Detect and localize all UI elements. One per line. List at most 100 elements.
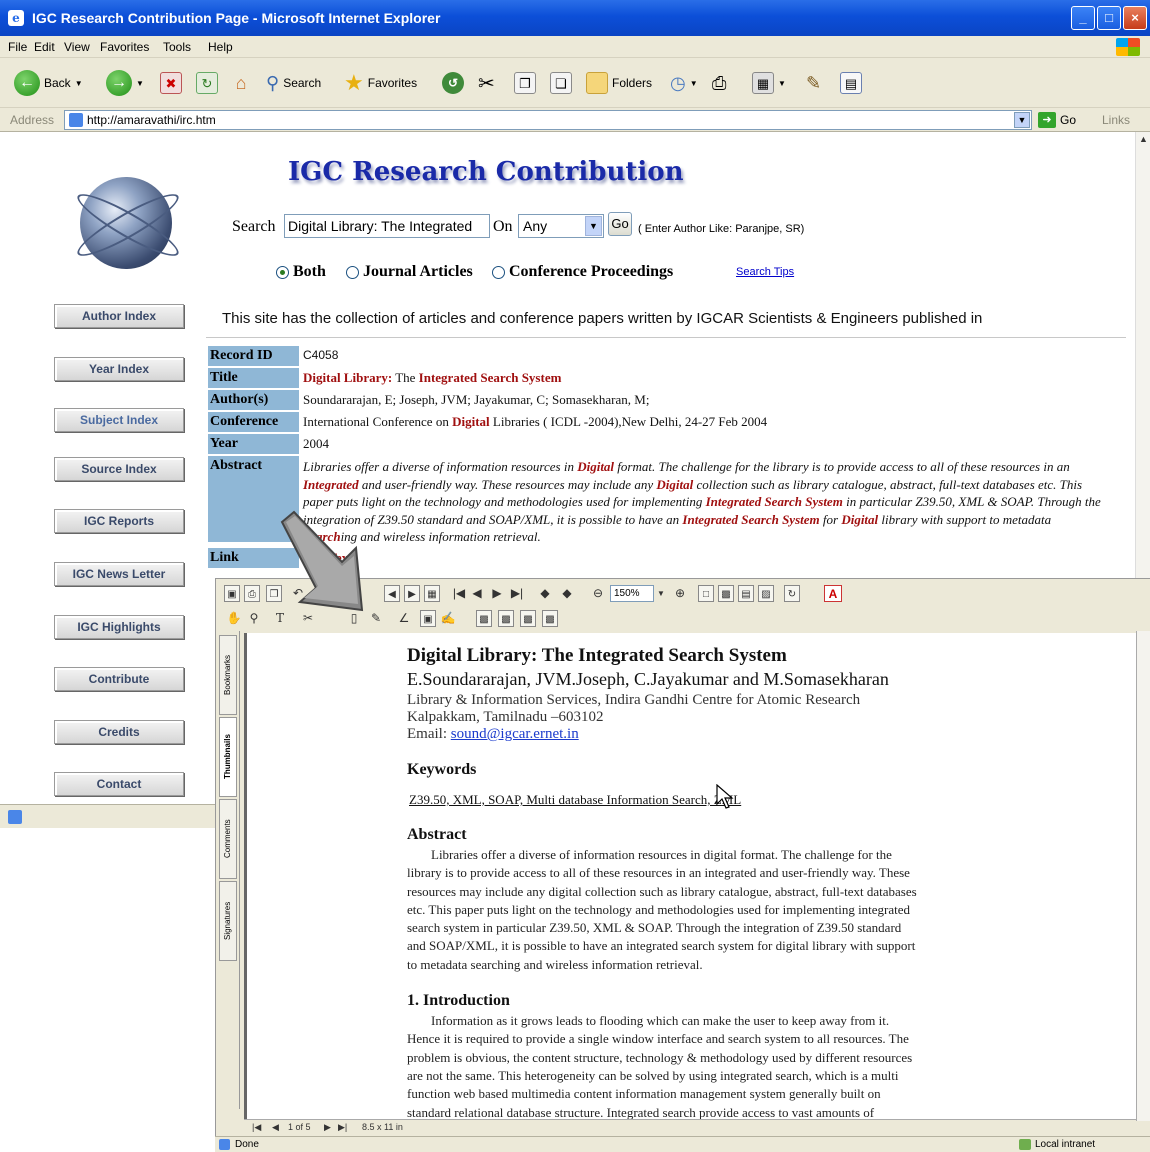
radio-conference-proceedings[interactable]: Conference Proceedings (492, 263, 673, 281)
sidebar-igc-highlights[interactable]: IGC Highlights (54, 615, 184, 639)
prev-page-nav-icon[interactable]: ◀ (272, 1122, 279, 1133)
prev-page-icon[interactable]: ◀ (470, 585, 484, 602)
research-button[interactable]: ✎ (806, 68, 821, 98)
line-tool-icon[interactable]: ∠ (396, 610, 412, 627)
go-button[interactable]: ➜ Go (1038, 112, 1076, 128)
links-button[interactable]: Links (1102, 113, 1130, 127)
menu-view[interactable]: View (64, 40, 90, 54)
print-icon[interactable]: ⎙ (244, 585, 260, 602)
search-button[interactable]: ⚲ Search (266, 68, 321, 98)
close-button[interactable]: × (1123, 6, 1147, 30)
fit-width-icon[interactable]: ▤ (738, 585, 754, 602)
paste-button[interactable]: ❏ (550, 68, 572, 98)
menu-edit[interactable]: Edit (34, 40, 55, 54)
sidebar-igc-news-letter[interactable]: IGC News Letter (54, 562, 184, 586)
address-dropdown-icon[interactable]: ▼ (1014, 112, 1030, 128)
first-page-nav-icon[interactable]: |◀ (252, 1122, 261, 1133)
next-page-nav-icon[interactable]: ▶ (324, 1122, 331, 1133)
fit-window-icon[interactable]: ▩ (718, 585, 734, 602)
undo-icon[interactable]: ↶ (288, 585, 308, 602)
refresh-button[interactable]: ↻ (196, 68, 218, 98)
print-button[interactable]: ⎙ (712, 68, 726, 98)
history-dropdown-icon[interactable]: ▼ (690, 79, 698, 88)
zoom-dropdown-icon[interactable]: ▼ (656, 585, 666, 602)
cut-button[interactable]: ✂ (478, 68, 495, 98)
pdf-scrollbar[interactable] (1136, 631, 1150, 1121)
forward-button[interactable]: → ▼ (106, 68, 144, 98)
copy-button[interactable]: ❐ (514, 68, 536, 98)
search-go-button[interactable]: Go (608, 212, 632, 236)
folders-button[interactable]: Folders (586, 68, 652, 98)
view-button[interactable]: ▦ ▼ (752, 68, 786, 98)
pencil-tool-icon[interactable]: ✎ (368, 610, 384, 627)
sidebar-contribute[interactable]: Contribute (54, 667, 184, 691)
signature-icon[interactable]: ✍ (440, 610, 456, 627)
search-input[interactable]: Digital Library: The Integrated (284, 214, 490, 238)
fit-page-icon[interactable]: ▦ (424, 585, 440, 602)
favorites-button[interactable]: ★ Favorites (344, 68, 417, 98)
menu-tools[interactable]: Tools (163, 40, 191, 54)
rotate-icon[interactable]: ↻ (784, 585, 800, 602)
scroll-up-icon[interactable]: ▲ (1137, 134, 1150, 148)
copy-icon[interactable]: ❐ (266, 585, 282, 602)
stamp-tool-icon[interactable]: ▣ (420, 610, 436, 627)
note-tool-icon[interactable]: ▯ (346, 610, 362, 627)
back-button[interactable]: ← Back ▼ (14, 68, 83, 98)
menu-favorites[interactable]: Favorites (100, 40, 149, 54)
sidebar-year-index[interactable]: Year Index (54, 357, 184, 381)
minimize-button[interactable]: _ (1071, 6, 1095, 30)
radio-both[interactable]: Both (276, 263, 326, 281)
back-dropdown-icon[interactable]: ▼ (75, 79, 83, 88)
save-icon[interactable]: ▣ (224, 585, 240, 602)
address-input[interactable]: http://amaravathi/irc.htm (64, 110, 1032, 130)
signatures-tab[interactable]: Signatures (219, 881, 237, 961)
graphics-select-icon[interactable]: ✂ (300, 610, 316, 627)
radio-journal-articles[interactable]: Journal Articles (346, 263, 473, 281)
field-select[interactable]: Any ▼ (518, 214, 604, 238)
full-text-link[interactable]: Full Text (303, 550, 353, 565)
search-tips-link[interactable]: Search Tips (736, 266, 794, 278)
home-button[interactable]: ⌂ (230, 68, 252, 98)
page-indicator[interactable]: 1 of 5 (288, 1122, 311, 1132)
acrobat-logo-icon[interactable]: A (824, 585, 842, 602)
menu-file[interactable]: File (8, 40, 27, 54)
email-link[interactable]: sound@igcar.ernet.in (451, 726, 579, 742)
text-select-icon[interactable]: T (272, 610, 288, 627)
form-tool-icon[interactable]: ▩ (542, 610, 558, 627)
actual-size-icon[interactable]: □ (698, 585, 714, 602)
bookmarks-tab[interactable]: Bookmarks (219, 635, 237, 715)
sidebar-credits[interactable]: Credits (54, 720, 184, 744)
go-back-icon[interactable]: ◆ (538, 585, 552, 602)
history-button[interactable]: ↺ (442, 68, 464, 98)
comments-tab[interactable]: Comments (219, 799, 237, 879)
stop-button[interactable]: ✖ (160, 68, 182, 98)
previous-view-icon[interactable]: ◀ (384, 585, 400, 602)
maximize-button[interactable]: □ (1097, 6, 1121, 30)
next-page-icon[interactable]: ▶ (490, 585, 504, 602)
zoom-out-icon[interactable]: ⊖ (590, 585, 606, 602)
zoom-tool-icon[interactable]: ⚲ (246, 610, 262, 627)
form-tool-icon[interactable]: ▩ (476, 610, 492, 627)
menu-help[interactable]: Help (208, 40, 233, 54)
hand-tool-icon[interactable]: ✋ (226, 610, 242, 627)
sidebar-subject-index[interactable]: Subject Index (54, 408, 184, 432)
edit-page-button[interactable]: ▤ (840, 68, 862, 98)
last-page-nav-icon[interactable]: ▶| (338, 1122, 347, 1133)
zoom-input[interactable]: 150% (610, 585, 654, 602)
last-page-icon[interactable]: ▶| (510, 585, 524, 602)
next-view-icon[interactable]: ▶ (404, 585, 420, 602)
zoom-in-icon[interactable]: ⊕ (672, 585, 688, 602)
sidebar-author-index[interactable]: Author Index (54, 304, 184, 328)
form-tool-icon[interactable]: ▩ (498, 610, 514, 627)
sidebar-contact[interactable]: Contact (54, 772, 184, 796)
sidebar-igc-reports[interactable]: IGC Reports (54, 509, 184, 533)
forward-dropdown-icon[interactable]: ▼ (136, 79, 144, 88)
sidebar-source-index[interactable]: Source Index (54, 457, 184, 481)
first-page-icon[interactable]: |◀ (452, 585, 466, 602)
form-tool-icon[interactable]: ▩ (520, 610, 536, 627)
thumbnails-tab[interactable]: Thumbnails (219, 717, 237, 797)
fit-visible-icon[interactable]: ▨ (758, 585, 774, 602)
go-forward-icon[interactable]: ◆ (560, 585, 574, 602)
view-dropdown-icon[interactable]: ▼ (778, 79, 786, 88)
history-view-button[interactable]: ◷ ▼ (670, 68, 698, 98)
